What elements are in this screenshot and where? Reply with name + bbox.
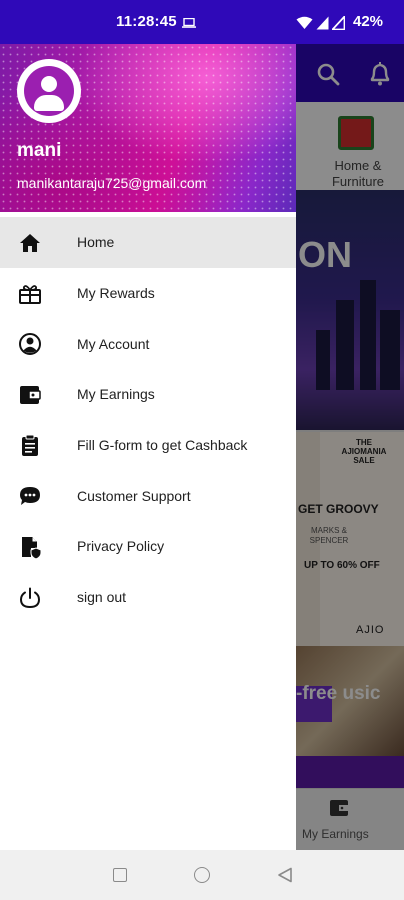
menu-item-fill-gform[interactable]: Fill G-form to get Cashback [0, 420, 296, 471]
navigation-drawer: mani manikantaraju725@gmail.com Home My … [0, 44, 296, 850]
menu-item-label: My Account [77, 335, 150, 352]
menu-item-label: My Earnings [77, 386, 155, 403]
wifi-icon [296, 16, 313, 29]
status-time: 11:28:45 [116, 13, 177, 30]
menu-item-privacy-policy[interactable]: Privacy Policy [0, 521, 296, 572]
gift-icon [19, 284, 41, 304]
policy-icon [22, 537, 42, 560]
user-name: mani [17, 140, 62, 161]
system-nav-bar [0, 850, 404, 900]
menu-item-label: Customer Support [77, 487, 191, 504]
home-icon [20, 234, 40, 252]
menu-item-label: Home [77, 234, 115, 251]
signal-icon-2 [332, 16, 345, 30]
menu-item-my-account[interactable]: My Account [0, 318, 296, 369]
menu-item-my-earnings[interactable]: My Earnings [0, 369, 296, 420]
menu-item-label: Privacy Policy [77, 538, 165, 555]
avatar[interactable] [17, 59, 81, 123]
home-button[interactable] [194, 867, 210, 883]
drawer-header: mani manikantaraju725@gmail.com [0, 44, 296, 212]
menu-item-label: sign out [77, 589, 127, 606]
menu-item-my-rewards[interactable]: My Rewards [0, 268, 296, 319]
drawer-menu: Home My Rewards My Account My Earnings F… [0, 217, 296, 623]
menu-item-home[interactable]: Home [0, 217, 296, 268]
laptop-icon [182, 18, 196, 28]
person-icon [24, 66, 74, 116]
status-bar: 11:28:45 42% [0, 0, 404, 44]
signal-icon [316, 16, 329, 30]
menu-item-label: My Rewards [77, 285, 155, 302]
drawer-scrim[interactable] [296, 44, 404, 850]
recents-button[interactable] [113, 868, 127, 882]
menu-item-sign-out[interactable]: sign out [0, 572, 296, 623]
battery-percent: 42% [353, 13, 384, 30]
power-icon [19, 587, 41, 608]
wallet-icon [20, 386, 41, 405]
clipboard-icon [22, 434, 38, 456]
account-circle-icon [19, 333, 41, 356]
user-email: manikantaraju725@gmail.com [17, 175, 207, 191]
status-icons [296, 15, 345, 31]
menu-item-customer-support[interactable]: Customer Support [0, 470, 296, 521]
back-button[interactable] [277, 867, 293, 883]
menu-item-label: Fill G-form to get Cashback [77, 437, 248, 454]
chat-icon [20, 487, 40, 506]
